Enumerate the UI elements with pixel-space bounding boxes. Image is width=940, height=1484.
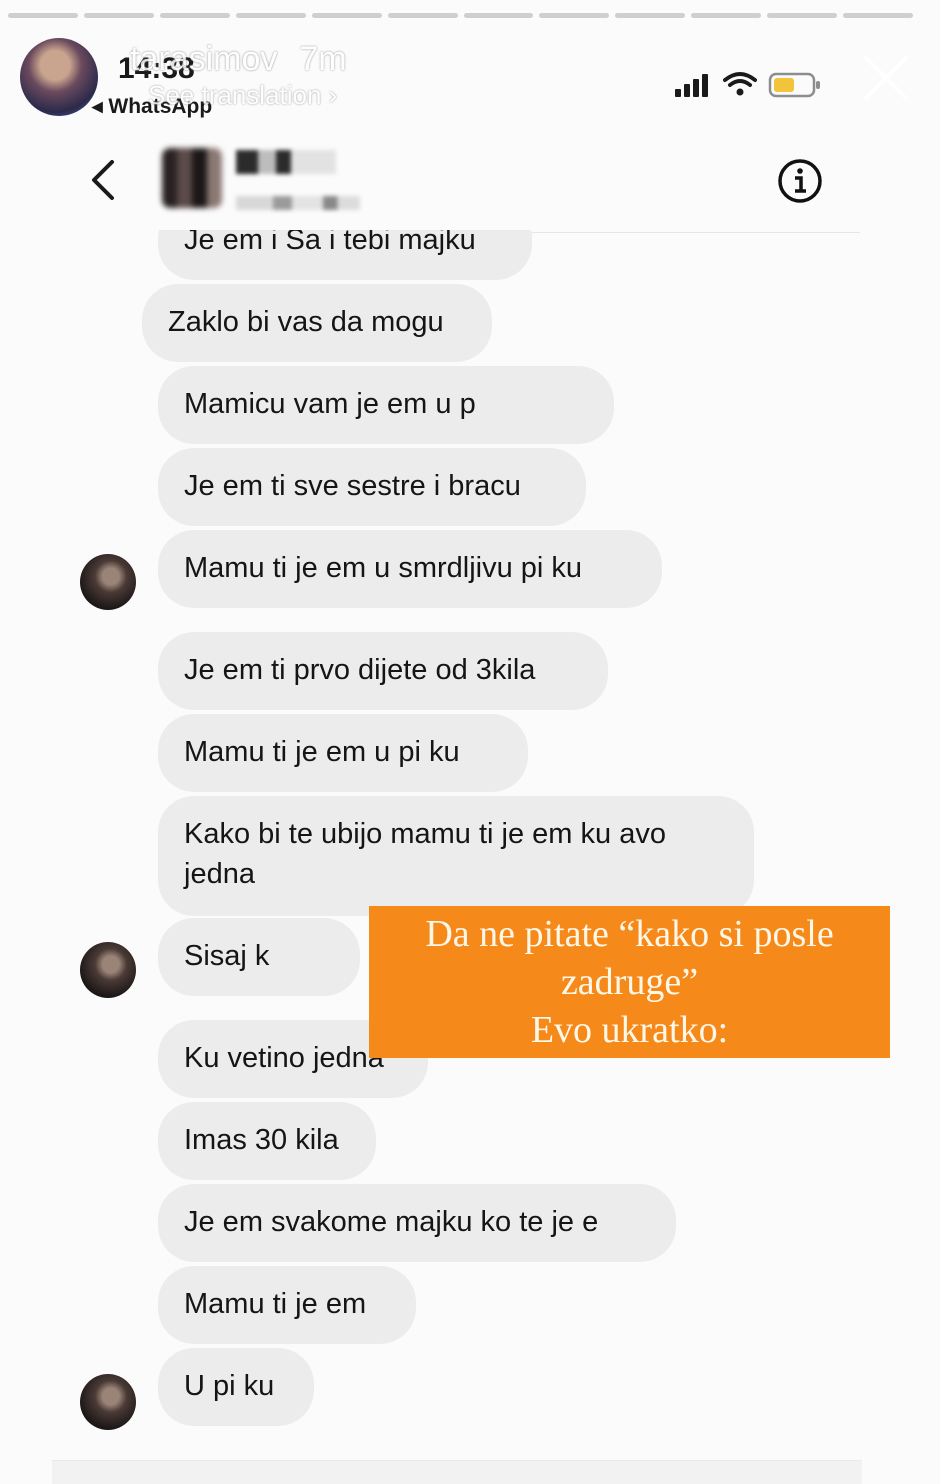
contact-avatar[interactable] xyxy=(162,148,222,208)
message-bubble[interactable]: Imas 30 kila xyxy=(158,1102,376,1180)
story-progress-segment xyxy=(235,13,306,18)
chevron-left-icon[interactable] xyxy=(86,158,120,202)
message-bubble[interactable]: Je em ti prvo dijete od 3kila xyxy=(158,632,608,710)
message-text: Zaklo bi vas da mogu xyxy=(168,306,444,338)
message-text: U pi ku xyxy=(184,1370,275,1402)
story-progress-bar xyxy=(8,13,914,18)
message-bubble[interactable]: Sisaj k xyxy=(158,918,360,996)
sender-avatar[interactable] xyxy=(80,1374,136,1430)
signal-icon xyxy=(675,74,708,97)
message-text: Mamicu vam je em u p xyxy=(184,388,476,420)
story-username[interactable]: tarasimov xyxy=(130,40,277,78)
message-text: Kako bi te ubijo mamu ti je em ku avo je… xyxy=(184,818,666,890)
story-progress-segment xyxy=(311,13,382,18)
battery-icon xyxy=(768,72,820,98)
story-author-avatar[interactable] xyxy=(20,38,98,116)
message-bubble[interactable]: Je em svakome majku ko te je e xyxy=(158,1184,676,1262)
message-bubble[interactable]: U pi ku xyxy=(158,1348,314,1426)
message-bubble[interactable]: Kako bi te ubijo mamu ti je em ku avo je… xyxy=(158,796,754,916)
message-bubble[interactable]: Mamu ti je em u smrdljivu pi ku xyxy=(158,530,662,608)
story-timestamp: 7m xyxy=(299,40,347,78)
story-progress-segment xyxy=(463,13,534,18)
message-bubble[interactable]: Mamu ti je em u pi ku xyxy=(158,714,528,792)
message-text: Sisaj k xyxy=(184,940,270,972)
story-progress-segment xyxy=(159,13,230,18)
story-progress-segment xyxy=(539,13,610,18)
story-progress-segment xyxy=(387,13,458,18)
sender-avatar[interactable] xyxy=(80,554,136,610)
message-text: Mamu ti je em u smrdljivu pi ku xyxy=(184,552,583,584)
message-text: Mamu ti je em xyxy=(184,1288,367,1320)
message-composer-edge xyxy=(52,1460,862,1484)
wifi-icon xyxy=(723,72,757,96)
message-text: Je em i Sa i tebi majku xyxy=(184,230,476,256)
message-bubble[interactable]: Je em i Sa i tebi majku xyxy=(158,230,532,280)
info-icon[interactable] xyxy=(776,157,824,205)
message-text: Je em ti prvo dijete od 3kila xyxy=(184,654,536,686)
see-translation-link[interactable]: See translation › xyxy=(148,80,337,111)
story-progress-segment xyxy=(8,13,78,18)
contact-name-blurred xyxy=(236,150,336,174)
story-text-overlay: Da ne pitate “kako si posle zadruge” Evo… xyxy=(369,906,890,1058)
message-bubble[interactable]: Zaklo bi vas da mogu xyxy=(142,284,492,362)
message-text: Ku vetino jedna xyxy=(184,1042,384,1074)
close-icon[interactable] xyxy=(860,52,912,104)
overlay-line: Evo ukratko: xyxy=(530,1009,729,1051)
contact-status-blurred xyxy=(236,196,360,210)
message-text: Mamu ti je em u pi ku xyxy=(184,736,460,768)
message-text: Imas 30 kila xyxy=(184,1124,339,1156)
overlay-line: zadruge” xyxy=(560,961,699,1003)
story-progress-segment xyxy=(691,13,762,18)
overlay-line: Da ne pitate “kako si posle xyxy=(425,913,834,955)
chat-thread[interactable]: Je em i Sa i tebi majku Zaklo bi vas da … xyxy=(0,230,940,1484)
story-author[interactable]: tarasimov 7m xyxy=(130,40,347,79)
story-progress-segment xyxy=(767,13,838,18)
message-bubble[interactable]: Mamu ti je em xyxy=(158,1266,416,1344)
instagram-story-frame: 14:38 ◂ WhatsApp tarasimov 7m See transla… xyxy=(0,0,940,1484)
message-bubble[interactable]: Mamicu vam je em u p xyxy=(158,366,614,444)
message-bubble[interactable]: Je em ti sve sestre i bracu xyxy=(158,448,586,526)
sender-avatar[interactable] xyxy=(80,942,136,998)
story-progress-segment xyxy=(615,13,686,18)
message-text: Je em ti sve sestre i bracu xyxy=(184,470,521,502)
story-progress-segment xyxy=(843,13,914,18)
message-text: Je em svakome majku ko te je e xyxy=(184,1206,599,1238)
story-progress-segment xyxy=(83,13,154,18)
